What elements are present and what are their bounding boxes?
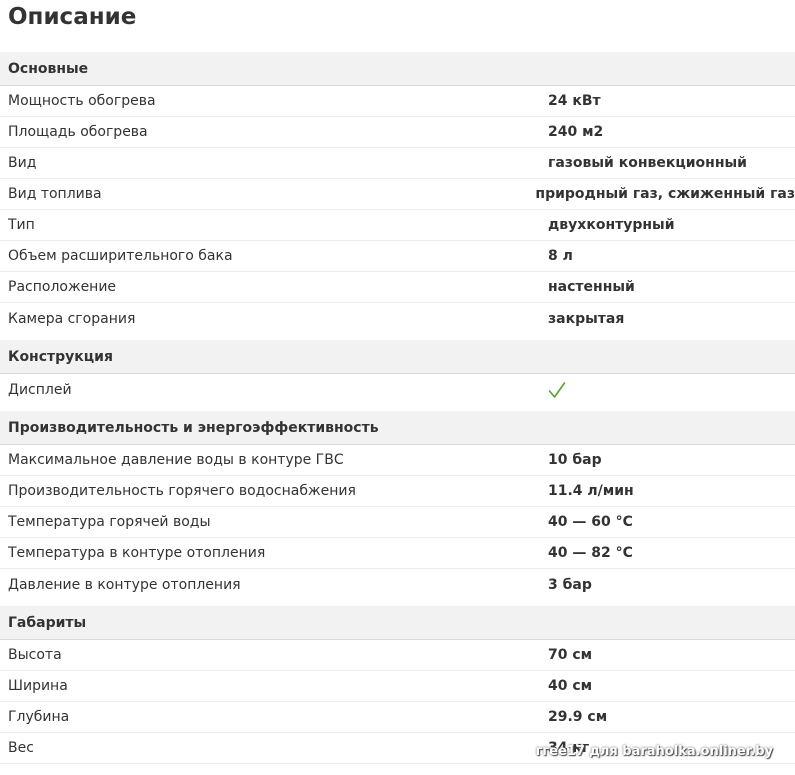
spec-row: Вид газовый конвекционный bbox=[0, 148, 795, 179]
section-main: Основные Мощность обогрева 24 кВт Площад… bbox=[0, 52, 795, 340]
spec-row: Давление в контуре отопления 3 бар bbox=[0, 569, 795, 606]
spec-row: Объем расширительного бака 8 л bbox=[0, 241, 795, 272]
spec-label: Производительность горячего водоснабжени… bbox=[8, 483, 356, 499]
spec-value: природный газ, сжиженный газ bbox=[535, 186, 795, 202]
section-dimensions: Габариты Высота 70 см Ширина 40 см Глуби… bbox=[0, 606, 795, 764]
spec-value: 10 бар bbox=[548, 452, 602, 468]
spec-value: 24 кВт bbox=[548, 93, 601, 109]
spec-row: Дисплей bbox=[0, 374, 795, 411]
spec-row: Ширина 40 см bbox=[0, 671, 795, 702]
spec-row: Температура в контуре отопления 40 — 82 … bbox=[0, 538, 795, 569]
section-performance: Производительность и энергоэффективность… bbox=[0, 411, 795, 606]
spec-value: закрытая bbox=[548, 310, 625, 327]
spec-row: Высота 70 см bbox=[0, 640, 795, 671]
spec-label: Площадь обогрева bbox=[8, 124, 148, 140]
spec-row: Максимальное давление воды в контуре ГВС… bbox=[0, 445, 795, 476]
spec-value: 40 см bbox=[548, 678, 593, 694]
section-header: Габариты bbox=[0, 606, 795, 640]
section-header: Конструкция bbox=[0, 340, 795, 374]
spec-label: Камера сгорания bbox=[8, 310, 136, 327]
page-title: Описание bbox=[8, 4, 137, 30]
spec-row: Вид топлива природный газ, сжиженный газ bbox=[0, 179, 795, 210]
spec-row: Камера сгорания закрытая bbox=[0, 303, 795, 340]
section-construction: Конструкция Дисплей bbox=[0, 340, 795, 411]
spec-label: Дисплей bbox=[8, 381, 72, 398]
watermark: ггее17 для baraholka.onliner.by bbox=[535, 744, 773, 759]
spec-label: Тип bbox=[8, 217, 35, 233]
spec-label: Температура горячей воды bbox=[8, 514, 211, 530]
spec-value: 8 л bbox=[548, 248, 573, 264]
spec-label: Давление в контуре отопления bbox=[8, 576, 241, 593]
spec-value: 29.9 см bbox=[548, 709, 608, 725]
spec-label: Ширина bbox=[8, 678, 68, 694]
spec-label: Расположение bbox=[8, 279, 117, 295]
spec-value: газовый конвекционный bbox=[548, 155, 747, 171]
spec-row: Площадь обогрева 240 м2 bbox=[0, 117, 795, 148]
spec-value: 40 — 82 °С bbox=[548, 545, 633, 561]
spec-value: 3 бар bbox=[548, 576, 592, 593]
spec-label: Температура в контуре отопления bbox=[8, 545, 266, 561]
spec-row: Глубина 29.9 см bbox=[0, 702, 795, 733]
spec-label: Вид bbox=[8, 155, 37, 171]
section-header: Основные bbox=[0, 52, 795, 86]
spec-label: Глубина bbox=[8, 709, 70, 725]
check-icon bbox=[548, 381, 566, 398]
spec-value: двухконтурный bbox=[548, 217, 675, 233]
spec-label: Мощность обогрева bbox=[8, 93, 156, 109]
spec-row: Производительность горячего водоснабжени… bbox=[0, 476, 795, 507]
description-page: Описание Основные Мощность обогрева 24 к… bbox=[0, 0, 795, 775]
spec-value: настенный bbox=[548, 279, 635, 295]
spec-label: Максимальное давление воды в контуре ГВС bbox=[8, 452, 344, 468]
spec-label: Вес bbox=[8, 740, 34, 756]
section-header: Производительность и энергоэффективность bbox=[0, 411, 795, 445]
spec-row: Температура горячей воды 40 — 60 °С bbox=[0, 507, 795, 538]
spec-value: 240 м2 bbox=[548, 124, 604, 140]
spec-label: Объем расширительного бака bbox=[8, 248, 233, 264]
spec-row: Мощность обогрева 24 кВт bbox=[0, 86, 795, 117]
spec-label: Высота bbox=[8, 647, 62, 663]
spec-value bbox=[540, 381, 795, 399]
spec-label: Вид топлива bbox=[8, 186, 102, 202]
spec-value: 70 см bbox=[548, 647, 593, 663]
spec-row: Расположение настенный bbox=[0, 272, 795, 303]
spec-value: 11.4 л/мин bbox=[548, 483, 634, 499]
spec-value: 40 — 60 °С bbox=[548, 514, 633, 530]
spec-row: Тип двухконтурный bbox=[0, 210, 795, 241]
